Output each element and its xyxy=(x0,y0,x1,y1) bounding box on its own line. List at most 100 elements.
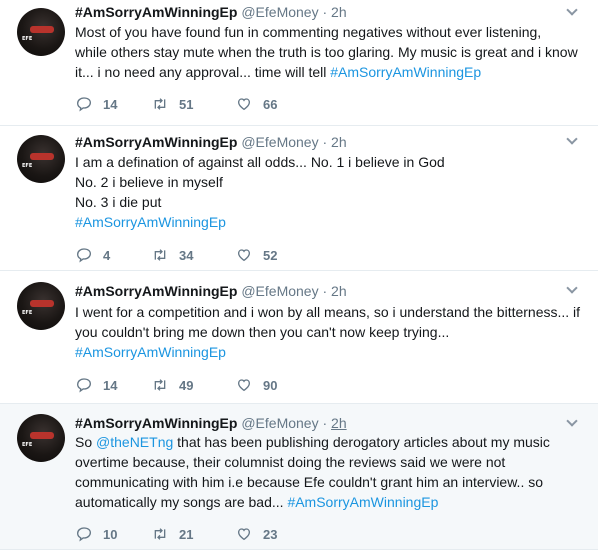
retweet-button[interactable]: 34 xyxy=(152,245,193,265)
tweet-text-line: I went for a competition and i won by al… xyxy=(75,304,581,320)
hashtag-link[interactable]: #AmSorryAmWinningEp xyxy=(287,494,438,510)
tweet[interactable]: EFE #AmSorryAmWinningEp @EfeMoney · 2h I… xyxy=(0,271,598,404)
avatar[interactable]: EFE xyxy=(17,282,65,330)
separator-dot: · xyxy=(322,415,328,431)
heart-icon xyxy=(237,528,251,541)
heart-icon xyxy=(237,98,251,111)
hashtag-link[interactable]: #AmSorryAmWinningEp xyxy=(75,344,226,360)
avatar[interactable]: EFE xyxy=(17,135,65,183)
avatar-logo: EFE xyxy=(22,310,33,316)
tweet-text-line: No. 3 i die put xyxy=(75,194,162,210)
retweet-icon xyxy=(154,528,166,540)
tweet[interactable]: EFE #AmSorryAmWinningEp @EfeMoney · 2h S… xyxy=(0,404,598,550)
retweet-button[interactable]: 49 xyxy=(152,375,193,395)
display-name[interactable]: #AmSorryAmWinningEp xyxy=(75,134,237,150)
reply-button[interactable]: 4 xyxy=(76,245,110,265)
timestamp[interactable]: 2h xyxy=(331,134,347,150)
tweet-header: #AmSorryAmWinningEp @EfeMoney · 2h xyxy=(75,3,347,21)
tweet-text-line: communicating with him i.e because Efe c… xyxy=(75,474,544,490)
retweet-button[interactable]: 51 xyxy=(152,94,193,114)
user-handle[interactable]: @EfeMoney xyxy=(241,283,318,299)
like-button[interactable]: 90 xyxy=(236,375,277,395)
reply-button[interactable]: 10 xyxy=(76,524,117,544)
reply-icon xyxy=(76,527,92,542)
reply-count: 10 xyxy=(103,526,118,542)
tweet[interactable]: EFE #AmSorryAmWinningEp @EfeMoney · 2h I… xyxy=(0,126,598,271)
tweet-text-line: it... i no need any approval... time wil… xyxy=(75,64,482,80)
tweet-text-line: No. 2 i believe in myself xyxy=(75,174,223,190)
avatar-glasses xyxy=(30,153,54,160)
chevron-down-icon[interactable] xyxy=(566,282,578,294)
user-handle[interactable]: @EfeMoney xyxy=(241,4,318,20)
display-name[interactable]: #AmSorryAmWinningEp xyxy=(75,415,237,431)
retweet-count: 21 xyxy=(179,526,194,542)
like-count: 52 xyxy=(263,247,278,263)
user-handle[interactable]: @EfeMoney xyxy=(241,415,318,431)
chevron-down-icon[interactable] xyxy=(566,4,578,16)
like-count: 90 xyxy=(263,377,278,393)
reply-count: 14 xyxy=(103,377,118,393)
heart-icon xyxy=(237,249,251,262)
hashtag-link[interactable]: #AmSorryAmWinningEp xyxy=(75,214,226,230)
reply-button[interactable]: 14 xyxy=(76,375,117,395)
retweet-icon xyxy=(154,249,166,261)
avatar-logo: EFE xyxy=(22,442,33,448)
retweet-count: 34 xyxy=(179,247,194,263)
tweet-text-line: Most of you have found fun in commenting… xyxy=(75,24,542,40)
tweet-text: I am a defination of against all odds...… xyxy=(75,152,585,232)
tweet[interactable]: EFE #AmSorryAmWinningEp @EfeMoney · 2h M… xyxy=(0,0,598,126)
tweet-text-line: overtime because, their columnist doing … xyxy=(75,454,506,470)
like-button[interactable]: 66 xyxy=(236,94,277,114)
like-count: 66 xyxy=(263,96,278,112)
chevron-down-icon[interactable] xyxy=(566,415,578,427)
tweet-header: #AmSorryAmWinningEp @EfeMoney · 2h xyxy=(75,282,347,300)
tweet-text: I went for a competition and i won by al… xyxy=(75,302,585,362)
avatar[interactable]: EFE xyxy=(17,8,65,56)
avatar[interactable]: EFE xyxy=(17,414,65,462)
tweet-text-line: #AmSorryAmWinningEp xyxy=(75,212,585,232)
tweet-header: #AmSorryAmWinningEp @EfeMoney · 2h xyxy=(75,133,347,151)
tweet-text-line: I am a defination of against all odds...… xyxy=(75,154,445,170)
avatar-logo: EFE xyxy=(22,36,33,42)
separator-dot: · xyxy=(322,4,328,20)
tweet-text-line: you couldn't bring me down then you can'… xyxy=(75,324,450,340)
like-count: 23 xyxy=(263,526,278,542)
retweet-icon xyxy=(154,98,166,110)
reply-icon xyxy=(76,378,92,393)
tweet-text: So @theNETng that has been publishing de… xyxy=(75,432,585,512)
tweet-text-line: automatically my songs are bad... #AmSor… xyxy=(75,494,439,510)
tweet-header: #AmSorryAmWinningEp @EfeMoney · 2h xyxy=(75,414,347,432)
chevron-down-icon[interactable] xyxy=(566,133,578,145)
tweet-text-line: while others stay mute when the truth is… xyxy=(75,44,578,60)
avatar-glasses xyxy=(30,432,54,439)
timestamp[interactable]: 2h xyxy=(331,415,347,431)
reply-button[interactable]: 14 xyxy=(76,94,117,114)
reply-icon xyxy=(76,97,92,112)
avatar-logo: EFE xyxy=(22,163,33,169)
separator-dot: · xyxy=(322,134,328,150)
like-button[interactable]: 52 xyxy=(236,245,277,265)
display-name[interactable]: #AmSorryAmWinningEp xyxy=(75,4,237,20)
retweet-count: 51 xyxy=(179,96,194,112)
reply-count: 14 xyxy=(103,96,118,112)
timestamp[interactable]: 2h xyxy=(331,4,347,20)
reply-icon xyxy=(76,248,92,263)
display-name[interactable]: #AmSorryAmWinningEp xyxy=(75,283,237,299)
mention-link[interactable]: @theNETng xyxy=(96,434,173,450)
tweet-feed: EFE #AmSorryAmWinningEp @EfeMoney · 2h M… xyxy=(0,0,598,550)
hashtag-link[interactable]: #AmSorryAmWinningEp xyxy=(330,64,481,80)
like-button[interactable]: 23 xyxy=(236,524,277,544)
timestamp[interactable]: 2h xyxy=(331,283,347,299)
tweet-text: Most of you have found fun in commenting… xyxy=(75,22,585,82)
heart-icon xyxy=(237,379,251,392)
separator-dot: · xyxy=(322,283,328,299)
avatar-glasses xyxy=(30,26,54,33)
retweet-icon xyxy=(154,379,166,391)
reply-count: 4 xyxy=(103,247,111,263)
retweet-button[interactable]: 21 xyxy=(152,524,193,544)
retweet-count: 49 xyxy=(179,377,194,393)
user-handle[interactable]: @EfeMoney xyxy=(241,134,318,150)
avatar-glasses xyxy=(30,300,54,307)
tweet-text-line: So @theNETng that has been publishing de… xyxy=(75,434,550,450)
tweet-text-line: #AmSorryAmWinningEp xyxy=(75,342,585,362)
